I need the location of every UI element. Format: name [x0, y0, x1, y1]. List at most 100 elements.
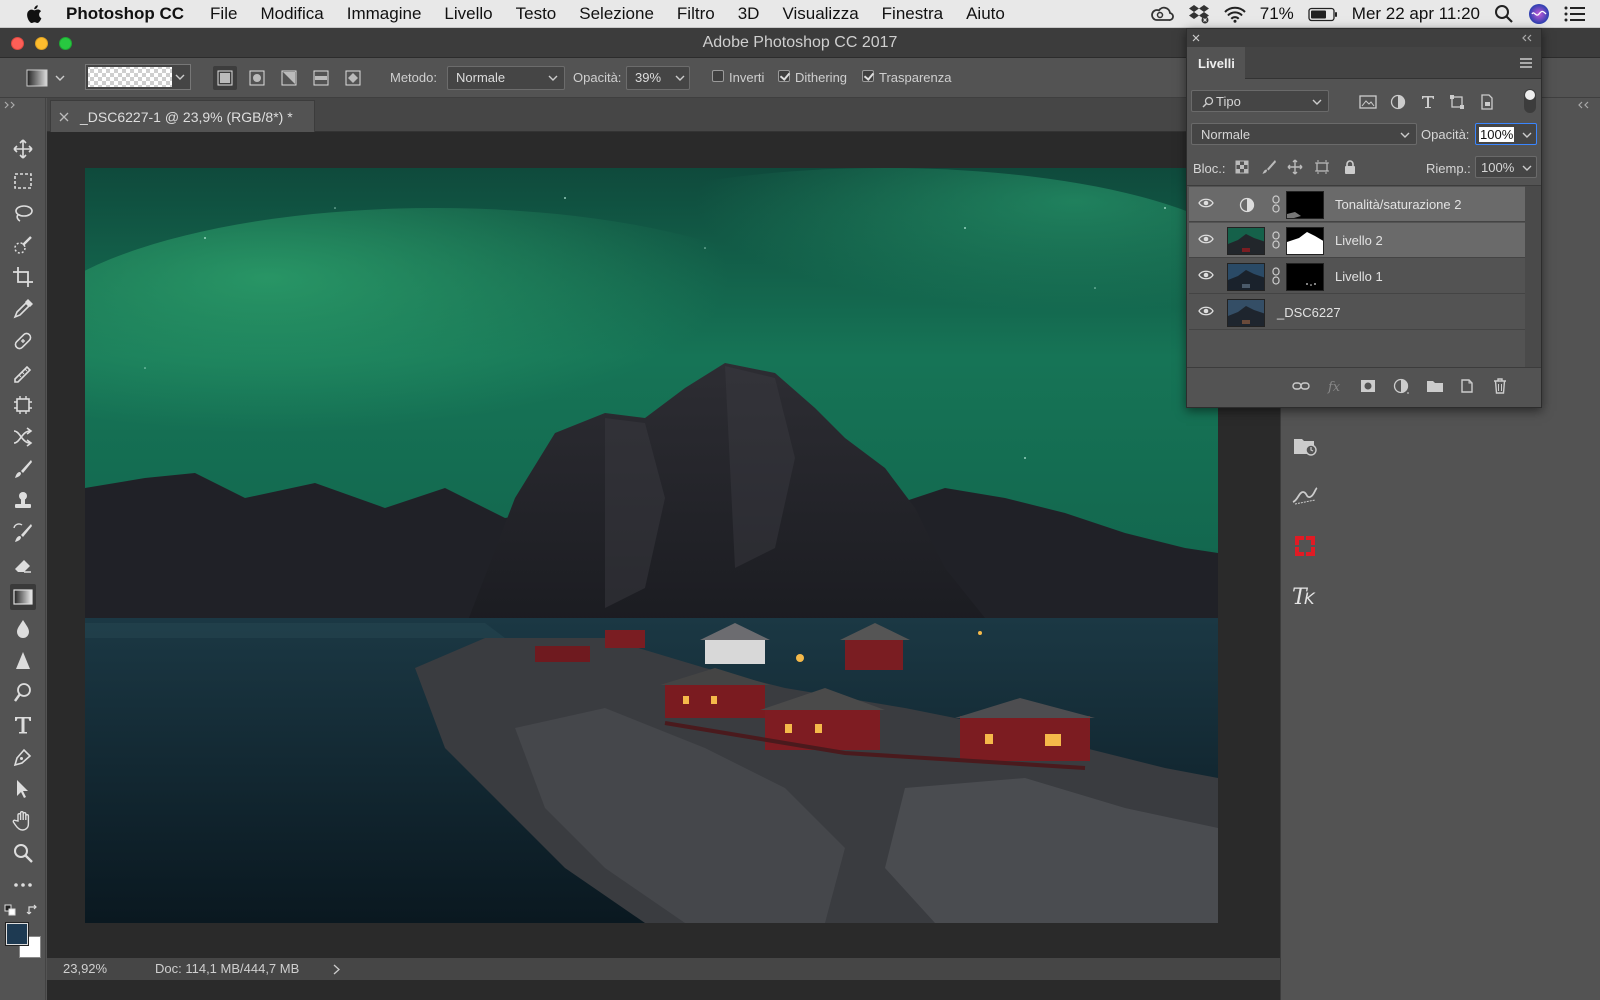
content-aware-move-tool[interactable]	[10, 424, 36, 450]
lock-position-icon[interactable]	[1287, 159, 1303, 175]
diamond-gradient-button[interactable]	[341, 66, 365, 90]
battery-icon[interactable]	[1308, 7, 1338, 22]
pen-tool[interactable]	[10, 744, 36, 770]
tk-panel-button[interactable]: TK	[1287, 578, 1323, 614]
collapse-panel-icon[interactable]	[1521, 34, 1533, 42]
expand-toolbox-icon[interactable]	[4, 101, 18, 109]
menu-finestra[interactable]: Finestra	[882, 4, 943, 24]
menu-livello[interactable]: Livello	[444, 4, 492, 24]
transparency-checkbox[interactable]	[862, 70, 874, 82]
menu-immagine[interactable]: Immagine	[347, 4, 422, 24]
history-brush-tool[interactable]	[10, 520, 36, 546]
menu-filtro[interactable]: Filtro	[677, 4, 715, 24]
fill-input[interactable]: 100%	[1475, 156, 1537, 178]
layer-row-livello-1[interactable]: Livello 1	[1189, 259, 1525, 294]
swap-colors-icon[interactable]	[26, 903, 40, 917]
move-tool[interactable]	[10, 136, 36, 162]
filter-pixel-icon[interactable]	[1359, 95, 1377, 109]
history-panel-button[interactable]	[1287, 428, 1323, 464]
default-colors-icon[interactable]	[4, 904, 16, 916]
tab-livelli[interactable]: Livelli	[1187, 47, 1245, 79]
lock-transparent-pixels-icon[interactable]	[1235, 160, 1249, 174]
wifi-icon[interactable]	[1224, 6, 1246, 23]
image-canvas[interactable]	[85, 168, 1218, 923]
visibility-eye-icon[interactable]	[1198, 233, 1214, 245]
dodge-tool[interactable]	[10, 680, 36, 706]
chain-link-icon[interactable]	[1272, 195, 1280, 213]
app-menu[interactable]: Photoshop CC	[66, 4, 184, 24]
new-layer-icon[interactable]	[1459, 378, 1475, 394]
layer-filter-dropdown[interactable]: Tipo	[1191, 90, 1329, 112]
gradient-tool[interactable]	[10, 584, 36, 610]
dropbox-icon[interactable]	[1188, 4, 1210, 24]
menubar-clock[interactable]: Mer 22 apr 11:20	[1352, 4, 1480, 24]
menu-3d[interactable]: 3D	[738, 4, 760, 24]
marquee-tool[interactable]	[10, 168, 36, 194]
layer-row-background[interactable]: _DSC6227	[1189, 295, 1525, 330]
gradient-preview-swatch[interactable]	[85, 64, 191, 90]
apple-logo-icon[interactable]	[24, 3, 46, 25]
eyedropper-tool[interactable]	[10, 296, 36, 322]
spotlight-search-icon[interactable]	[1494, 4, 1514, 24]
siri-icon[interactable]	[1528, 3, 1550, 25]
brush-tool[interactable]	[10, 456, 36, 482]
sharpen-tool[interactable]	[10, 648, 36, 674]
filter-adjustment-icon[interactable]	[1390, 94, 1406, 110]
layer-opacity-input[interactable]: 100%	[1475, 123, 1537, 145]
layer-image-thumbnail[interactable]	[1227, 263, 1265, 291]
layer-mask-thumbnail[interactable]	[1286, 263, 1324, 291]
layer-row-livello-2[interactable]: Livello 2	[1189, 223, 1525, 258]
layer-list-scrollbar[interactable]	[1525, 186, 1541, 368]
blur-tool[interactable]	[10, 616, 36, 642]
invert-checkbox[interactable]	[712, 70, 724, 82]
foreground-color-swatch[interactable]	[5, 922, 29, 946]
tool-preset-picker[interactable]	[24, 66, 68, 90]
menu-aiuto[interactable]: Aiuto	[966, 4, 1005, 24]
more-tools[interactable]	[10, 872, 36, 898]
hand-tool[interactable]	[10, 808, 36, 834]
angle-gradient-button[interactable]	[277, 66, 301, 90]
layers-panel-header[interactable]	[1187, 29, 1541, 47]
opacity-field[interactable]: 39%	[626, 66, 690, 90]
zoom-level[interactable]: 23,92%	[63, 961, 107, 976]
healing-brush-tool[interactable]	[10, 328, 36, 354]
crop-tool[interactable]	[10, 264, 36, 290]
close-panel-icon[interactable]	[1192, 34, 1200, 42]
blend-mode-dropdown[interactable]: Normale	[1191, 123, 1417, 145]
add-mask-icon[interactable]	[1360, 379, 1376, 393]
close-tab-icon[interactable]	[59, 112, 69, 122]
plugin-panel-button[interactable]	[1287, 528, 1323, 564]
lock-artboard-icon[interactable]	[1314, 159, 1330, 175]
dither-checkbox[interactable]	[778, 70, 790, 82]
quick-selection-tool[interactable]	[10, 232, 36, 258]
delete-layer-trash-icon[interactable]	[1492, 377, 1508, 395]
new-group-folder-icon[interactable]	[1426, 379, 1444, 393]
fx-effects-icon[interactable]: fx	[1327, 378, 1343, 394]
radial-gradient-button[interactable]	[245, 66, 269, 90]
chain-link-icon[interactable]	[1272, 267, 1280, 285]
zoom-tool[interactable]	[10, 840, 36, 866]
creative-cloud-icon[interactable]	[1150, 5, 1174, 23]
notification-center-icon[interactable]	[1564, 5, 1586, 23]
filter-toggle-switch[interactable]	[1524, 89, 1536, 113]
visibility-eye-icon[interactable]	[1198, 197, 1214, 209]
layer-mask-thumbnail[interactable]	[1286, 191, 1324, 219]
lasso-tool[interactable]	[10, 200, 36, 226]
document-tab[interactable]: _DSC6227-1 @ 23,9% (RGB/8*) *	[50, 100, 315, 132]
linear-gradient-button[interactable]	[213, 66, 237, 90]
filter-shape-icon[interactable]	[1449, 94, 1465, 110]
visibility-eye-icon[interactable]	[1198, 305, 1214, 317]
visibility-eye-icon[interactable]	[1198, 269, 1214, 281]
layer-image-thumbnail[interactable]	[1227, 227, 1265, 255]
filter-type-icon[interactable]	[1420, 94, 1436, 110]
menu-visualizza[interactable]: Visualizza	[782, 4, 858, 24]
layer-row-hue-saturation[interactable]: Tonalità/saturazione 2	[1189, 187, 1525, 222]
filter-smart-object-icon[interactable]	[1479, 94, 1495, 110]
frame-tool[interactable]	[10, 392, 36, 418]
panel-menu-icon[interactable]	[1519, 58, 1533, 68]
link-layers-icon[interactable]	[1292, 379, 1310, 393]
lock-all-icon[interactable]	[1343, 159, 1357, 175]
path-selection-tool[interactable]	[10, 776, 36, 802]
chain-link-icon[interactable]	[1272, 231, 1280, 249]
new-adjustment-icon[interactable]	[1393, 378, 1411, 396]
